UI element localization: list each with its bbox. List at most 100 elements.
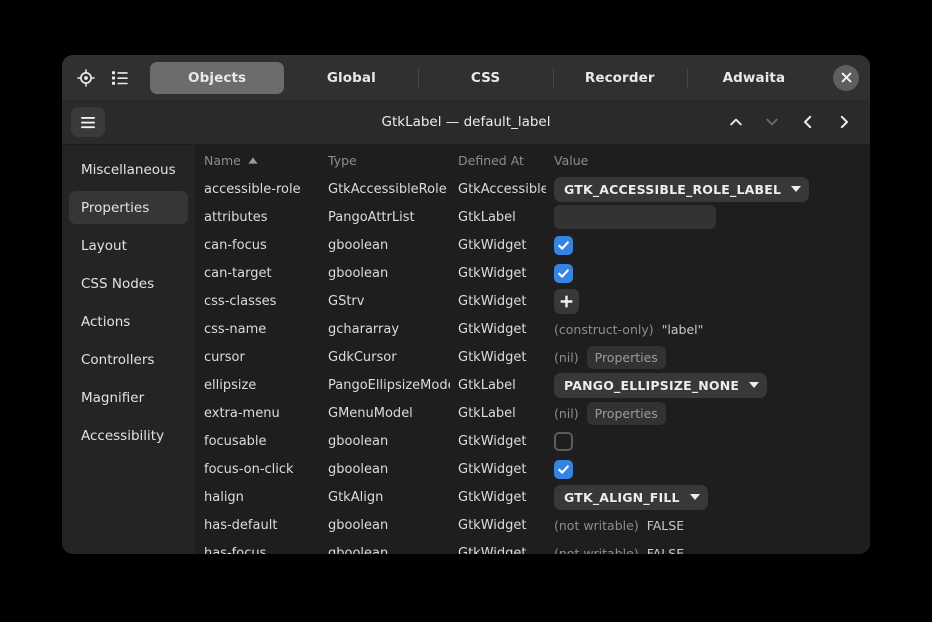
value-widget-wrap: (not writable)FALSE: [546, 518, 870, 533]
property-defined-at: GtkWidget: [450, 427, 546, 455]
column-header-type[interactable]: Type: [320, 145, 450, 175]
table-row[interactable]: halignGtkAlignGtkWidgetGTK_ALIGN_FILL: [196, 483, 870, 511]
property-value-cell: PANGO_ELLIPSIZE_NONE: [546, 371, 870, 399]
tab-adwaita[interactable]: Adwaita: [687, 62, 821, 94]
sidebar-item-magnifier[interactable]: Magnifier: [69, 381, 188, 414]
value-dropdown[interactable]: GTK_ALIGN_FILL: [554, 485, 708, 510]
table-row[interactable]: focus-on-clickgbooleanGtkWidget: [196, 455, 870, 483]
table-row[interactable]: can-targetgbooleanGtkWidget: [196, 259, 870, 287]
property-name: css-name: [196, 315, 320, 343]
sidebar-item-layout[interactable]: Layout: [69, 229, 188, 262]
property-value-cell: (not writable)FALSE: [546, 511, 870, 539]
table-row[interactable]: focusablegbooleanGtkWidget: [196, 427, 870, 455]
table-row[interactable]: css-namegchararrayGtkWidget(construct-on…: [196, 315, 870, 343]
chevron-down-icon: [690, 494, 700, 500]
table-row[interactable]: cursorGdkCursorGtkWidget(nil)Properties: [196, 343, 870, 371]
value-widget-wrap: [546, 205, 870, 229]
sidebar-item-miscellaneous[interactable]: Miscellaneous: [69, 153, 188, 186]
nav-previous-button[interactable]: [791, 107, 825, 137]
value-note: (nil): [554, 350, 579, 365]
tab-global[interactable]: Global: [284, 62, 418, 94]
table-row[interactable]: extra-menuGMenuModelGtkLabel(nil)Propert…: [196, 399, 870, 427]
property-defined-at: GtkWidget: [450, 259, 546, 287]
value-dropdown[interactable]: PANGO_ELLIPSIZE_NONE: [554, 373, 767, 398]
property-name: halign: [196, 483, 320, 511]
property-name: ellipsize: [196, 371, 320, 399]
widget-picker-button[interactable]: [69, 61, 103, 95]
property-value-cell: GTK_ACCESSIBLE_ROLE_LABEL: [546, 175, 870, 203]
value-checkbox-unchecked[interactable]: [554, 432, 573, 451]
crosshair-target-icon: [77, 69, 95, 87]
property-defined-at-label: GtkWidget: [450, 294, 526, 309]
table-row[interactable]: ellipsizePangoEllipsizeModeGtkLabelPANGO…: [196, 371, 870, 399]
property-name-label: has-default: [196, 518, 277, 533]
property-name: has-default: [196, 511, 320, 539]
sidebar-item-css-nodes[interactable]: CSS Nodes: [69, 267, 188, 300]
property-name: css-classes: [196, 287, 320, 315]
property-value-cell: (nil) Properties: [546, 399, 870, 427]
nav-down-button[interactable]: [755, 107, 789, 137]
property-name-label: css-name: [196, 322, 266, 337]
value-static-text: FALSE: [647, 518, 684, 533]
sidebar-item-properties[interactable]: Properties: [69, 191, 188, 224]
sort-ascending-icon: [248, 157, 258, 164]
property-name: attributes: [196, 203, 320, 231]
add-css-class-button[interactable]: [554, 289, 579, 314]
gtk-inspector-window: Objects Global CSS Recorder Adwaita GtkL…: [62, 55, 870, 554]
value-note: (construct-only): [554, 322, 654, 337]
sidebar-item-accessibility[interactable]: Accessibility: [69, 419, 188, 452]
chevron-down-icon: [791, 186, 801, 192]
value-text-entry[interactable]: [554, 205, 716, 229]
property-type: GStrv: [320, 287, 450, 315]
property-type-label: gboolean: [320, 238, 388, 253]
property-defined-at-label: GtkWidget: [450, 546, 526, 555]
property-value-cell: [546, 287, 870, 315]
value-widget-wrap: (not writable)FALSE: [546, 546, 870, 555]
window-body: Miscellaneous Properties Layout CSS Node…: [62, 145, 870, 554]
value-static-text: "label": [662, 322, 704, 337]
column-header-type-label: Type: [320, 153, 357, 168]
column-header-defined-at[interactable]: Defined At: [450, 145, 546, 175]
chevron-down-icon: [764, 114, 780, 130]
hamburger-menu-button[interactable]: [71, 107, 105, 137]
value-checkbox-checked[interactable]: [554, 236, 573, 255]
close-button[interactable]: [833, 65, 859, 91]
value-properties-button[interactable]: Properties: [587, 402, 666, 425]
table-row[interactable]: attributesPangoAttrListGtkLabel: [196, 203, 870, 231]
property-defined-at-label: GtkWidget: [450, 462, 526, 477]
property-type: PangoAttrList: [320, 203, 450, 231]
property-name-label: extra-menu: [196, 406, 280, 421]
table-row[interactable]: has-defaultgbooleanGtkWidget(not writabl…: [196, 511, 870, 539]
nav-next-button[interactable]: [827, 107, 861, 137]
value-checkbox-checked[interactable]: [554, 460, 573, 479]
property-name: cursor: [196, 343, 320, 371]
table-row[interactable]: can-focusgbooleanGtkWidget: [196, 231, 870, 259]
navigation-buttons: [719, 107, 861, 137]
value-note: (nil): [554, 406, 579, 421]
tab-recorder[interactable]: Recorder: [553, 62, 687, 94]
sidebar-item-actions[interactable]: Actions: [69, 305, 188, 338]
table-row[interactable]: css-classesGStrvGtkWidget: [196, 287, 870, 315]
column-header-value[interactable]: Value: [546, 145, 870, 175]
tab-objects[interactable]: Objects: [150, 62, 284, 94]
property-type: gboolean: [320, 259, 450, 287]
table-row[interactable]: accessible-roleGtkAccessibleRoleGtkAcces…: [196, 175, 870, 203]
plus-icon: [559, 294, 574, 309]
properties-pane[interactable]: Name Type Defined At: [196, 145, 870, 554]
property-defined-at: GtkWidget: [450, 231, 546, 259]
column-header-name[interactable]: Name: [196, 145, 320, 175]
property-defined-at-label: GtkWidget: [450, 434, 526, 449]
value-checkbox-checked[interactable]: [554, 264, 573, 283]
nav-up-button[interactable]: [719, 107, 753, 137]
sidebar-item-controllers[interactable]: Controllers: [69, 343, 188, 376]
value-dropdown-label: GTK_ALIGN_FILL: [564, 490, 680, 505]
property-type: GtkAccessibleRole: [320, 175, 450, 203]
tab-css[interactable]: CSS: [418, 62, 552, 94]
object-list-button[interactable]: [103, 61, 137, 95]
table-row[interactable]: has-focusgbooleanGtkWidget(not writable)…: [196, 539, 870, 554]
table-header-row: Name Type Defined At: [196, 145, 870, 175]
value-dropdown[interactable]: GTK_ACCESSIBLE_ROLE_LABEL: [554, 177, 809, 202]
value-properties-button[interactable]: Properties: [587, 346, 666, 369]
property-defined-at: GtkWidget: [450, 315, 546, 343]
value-widget-wrap: [546, 432, 870, 451]
